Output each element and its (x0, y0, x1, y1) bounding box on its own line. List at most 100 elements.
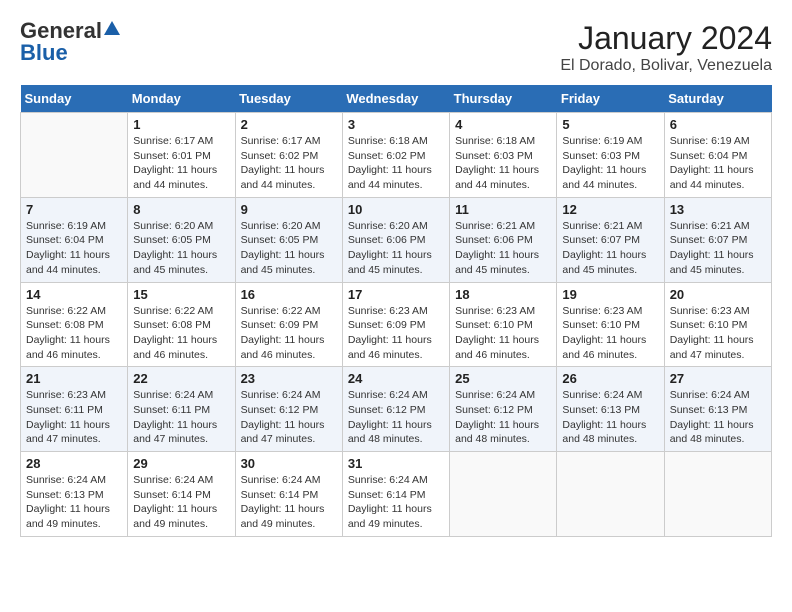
day-number: 19 (562, 287, 658, 302)
daylight-label: Daylight: 11 hours and 45 minutes. (348, 249, 432, 276)
day-number: 17 (348, 287, 444, 302)
calendar-cell: 14 Sunrise: 6:22 AM Sunset: 6:08 PM Dayl… (21, 282, 128, 367)
calendar-cell: 19 Sunrise: 6:23 AM Sunset: 6:10 PM Dayl… (557, 282, 664, 367)
sunrise-label: Sunrise: 6:24 AM (455, 389, 535, 401)
day-number: 29 (133, 456, 229, 471)
day-info: Sunrise: 6:24 AM Sunset: 6:12 PM Dayligh… (241, 388, 337, 447)
sunrise-label: Sunrise: 6:17 AM (241, 135, 321, 147)
sunrise-label: Sunrise: 6:23 AM (26, 389, 106, 401)
sunset-label: Sunset: 6:09 PM (348, 319, 426, 331)
calendar-week-row: 28 Sunrise: 6:24 AM Sunset: 6:13 PM Dayl… (21, 452, 772, 537)
calendar-cell: 18 Sunrise: 6:23 AM Sunset: 6:10 PM Dayl… (450, 282, 557, 367)
day-info: Sunrise: 6:23 AM Sunset: 6:10 PM Dayligh… (455, 304, 551, 363)
calendar-cell: 7 Sunrise: 6:19 AM Sunset: 6:04 PM Dayli… (21, 197, 128, 282)
sunrise-label: Sunrise: 6:22 AM (26, 305, 106, 317)
calendar-cell: 1 Sunrise: 6:17 AM Sunset: 6:01 PM Dayli… (128, 113, 235, 198)
daylight-label: Daylight: 11 hours and 45 minutes. (455, 249, 539, 276)
sunset-label: Sunset: 6:06 PM (455, 234, 533, 246)
sunset-label: Sunset: 6:05 PM (241, 234, 319, 246)
daylight-label: Daylight: 11 hours and 44 minutes. (562, 164, 646, 191)
day-number: 27 (670, 371, 766, 386)
day-number: 7 (26, 202, 122, 217)
sunrise-label: Sunrise: 6:24 AM (348, 474, 428, 486)
daylight-label: Daylight: 11 hours and 46 minutes. (26, 334, 110, 361)
calendar-cell: 2 Sunrise: 6:17 AM Sunset: 6:02 PM Dayli… (235, 113, 342, 198)
day-number: 8 (133, 202, 229, 217)
calendar-cell: 21 Sunrise: 6:23 AM Sunset: 6:11 PM Dayl… (21, 367, 128, 452)
sunset-label: Sunset: 6:12 PM (241, 404, 319, 416)
daylight-label: Daylight: 11 hours and 48 minutes. (562, 419, 646, 446)
day-info: Sunrise: 6:18 AM Sunset: 6:03 PM Dayligh… (455, 134, 551, 193)
day-info: Sunrise: 6:24 AM Sunset: 6:14 PM Dayligh… (348, 473, 444, 532)
daylight-label: Daylight: 11 hours and 46 minutes. (241, 334, 325, 361)
sunrise-label: Sunrise: 6:24 AM (241, 474, 321, 486)
sunset-label: Sunset: 6:04 PM (670, 150, 748, 162)
calendar-cell (557, 452, 664, 537)
daylight-label: Daylight: 11 hours and 47 minutes. (133, 419, 217, 446)
sunrise-label: Sunrise: 6:20 AM (133, 220, 213, 232)
sunrise-label: Sunrise: 6:24 AM (241, 389, 321, 401)
day-info: Sunrise: 6:23 AM Sunset: 6:10 PM Dayligh… (670, 304, 766, 363)
day-number: 14 (26, 287, 122, 302)
sunset-label: Sunset: 6:03 PM (455, 150, 533, 162)
calendar-cell: 6 Sunrise: 6:19 AM Sunset: 6:04 PM Dayli… (664, 113, 771, 198)
calendar-cell: 3 Sunrise: 6:18 AM Sunset: 6:02 PM Dayli… (342, 113, 449, 198)
daylight-label: Daylight: 11 hours and 45 minutes. (562, 249, 646, 276)
sunrise-label: Sunrise: 6:23 AM (562, 305, 642, 317)
day-info: Sunrise: 6:21 AM Sunset: 6:06 PM Dayligh… (455, 219, 551, 278)
sunrise-label: Sunrise: 6:21 AM (670, 220, 750, 232)
sunset-label: Sunset: 6:11 PM (133, 404, 210, 416)
day-number: 12 (562, 202, 658, 217)
month-title: January 2024 (560, 20, 772, 57)
day-number: 1 (133, 117, 229, 132)
sunset-label: Sunset: 6:10 PM (562, 319, 640, 331)
daylight-label: Daylight: 11 hours and 49 minutes. (241, 503, 325, 530)
daylight-label: Daylight: 11 hours and 47 minutes. (241, 419, 325, 446)
daylight-label: Daylight: 11 hours and 49 minutes. (133, 503, 217, 530)
day-info: Sunrise: 6:23 AM Sunset: 6:09 PM Dayligh… (348, 304, 444, 363)
col-friday: Friday (557, 85, 664, 113)
calendar-cell (21, 113, 128, 198)
sunrise-label: Sunrise: 6:24 AM (670, 389, 750, 401)
sunrise-label: Sunrise: 6:23 AM (670, 305, 750, 317)
logo-general-text: General (20, 20, 102, 42)
daylight-label: Daylight: 11 hours and 44 minutes. (670, 164, 754, 191)
calendar-cell: 13 Sunrise: 6:21 AM Sunset: 6:07 PM Dayl… (664, 197, 771, 282)
col-thursday: Thursday (450, 85, 557, 113)
sunset-label: Sunset: 6:02 PM (241, 150, 319, 162)
day-info: Sunrise: 6:17 AM Sunset: 6:02 PM Dayligh… (241, 134, 337, 193)
sunrise-label: Sunrise: 6:18 AM (348, 135, 428, 147)
day-info: Sunrise: 6:20 AM Sunset: 6:05 PM Dayligh… (133, 219, 229, 278)
day-info: Sunrise: 6:22 AM Sunset: 6:08 PM Dayligh… (133, 304, 229, 363)
day-info: Sunrise: 6:22 AM Sunset: 6:09 PM Dayligh… (241, 304, 337, 363)
sunset-label: Sunset: 6:13 PM (562, 404, 640, 416)
daylight-label: Daylight: 11 hours and 46 minutes. (133, 334, 217, 361)
sunrise-label: Sunrise: 6:22 AM (133, 305, 213, 317)
sunset-label: Sunset: 6:08 PM (26, 319, 104, 331)
calendar-table: Sunday Monday Tuesday Wednesday Thursday… (20, 85, 772, 537)
page-header: General Blue January 2024 El Dorado, Bol… (20, 20, 772, 75)
day-info: Sunrise: 6:23 AM Sunset: 6:10 PM Dayligh… (562, 304, 658, 363)
calendar-cell: 26 Sunrise: 6:24 AM Sunset: 6:13 PM Dayl… (557, 367, 664, 452)
sunrise-label: Sunrise: 6:18 AM (455, 135, 535, 147)
day-number: 9 (241, 202, 337, 217)
day-info: Sunrise: 6:19 AM Sunset: 6:04 PM Dayligh… (26, 219, 122, 278)
sunrise-label: Sunrise: 6:21 AM (562, 220, 642, 232)
calendar-cell: 11 Sunrise: 6:21 AM Sunset: 6:06 PM Dayl… (450, 197, 557, 282)
day-info: Sunrise: 6:21 AM Sunset: 6:07 PM Dayligh… (670, 219, 766, 278)
sunrise-label: Sunrise: 6:19 AM (670, 135, 750, 147)
sunset-label: Sunset: 6:01 PM (133, 150, 211, 162)
daylight-label: Daylight: 11 hours and 45 minutes. (133, 249, 217, 276)
calendar-cell: 24 Sunrise: 6:24 AM Sunset: 6:12 PM Dayl… (342, 367, 449, 452)
sunset-label: Sunset: 6:13 PM (670, 404, 748, 416)
calendar-cell: 28 Sunrise: 6:24 AM Sunset: 6:13 PM Dayl… (21, 452, 128, 537)
day-number: 28 (26, 456, 122, 471)
calendar-cell: 9 Sunrise: 6:20 AM Sunset: 6:05 PM Dayli… (235, 197, 342, 282)
day-info: Sunrise: 6:24 AM Sunset: 6:12 PM Dayligh… (348, 388, 444, 447)
day-number: 24 (348, 371, 444, 386)
sunset-label: Sunset: 6:07 PM (562, 234, 640, 246)
daylight-label: Daylight: 11 hours and 48 minutes. (455, 419, 539, 446)
sunrise-label: Sunrise: 6:17 AM (133, 135, 213, 147)
sunset-label: Sunset: 6:04 PM (26, 234, 104, 246)
daylight-label: Daylight: 11 hours and 45 minutes. (670, 249, 754, 276)
